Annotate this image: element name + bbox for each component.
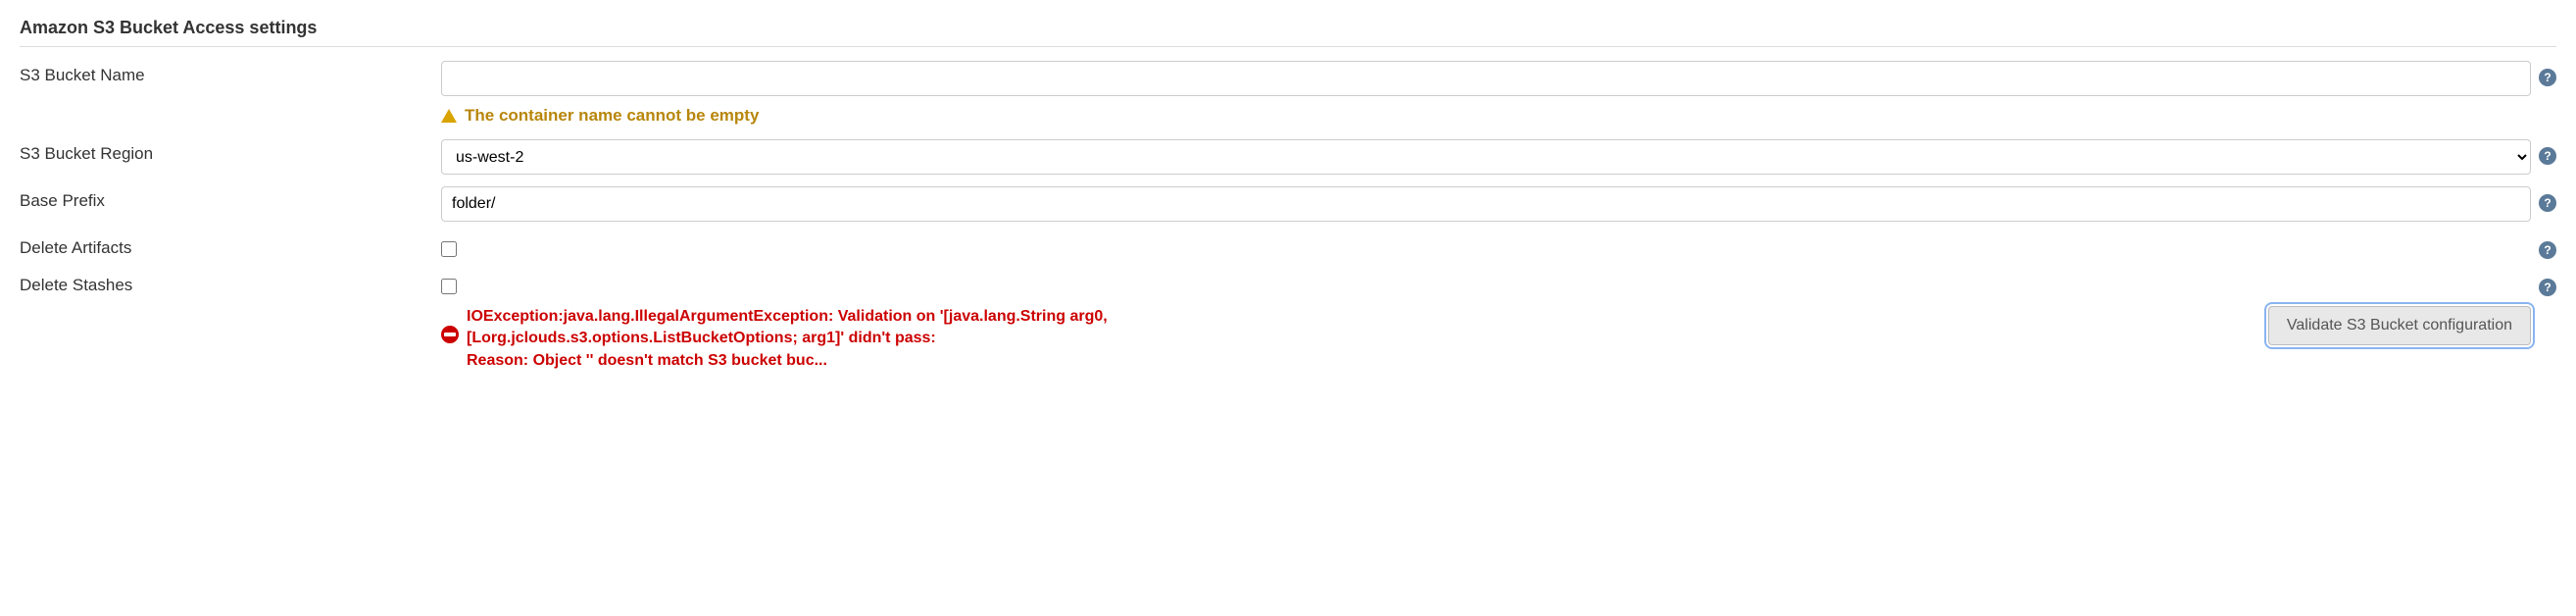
label-base-prefix: Base Prefix xyxy=(20,186,441,211)
help-icon[interactable]: ? xyxy=(2539,69,2556,86)
row-base-prefix: Base Prefix ? xyxy=(20,180,2556,228)
help-icon[interactable]: ? xyxy=(2539,147,2556,165)
section-title: Amazon S3 Bucket Access settings xyxy=(20,10,2556,46)
validate-button[interactable]: Validate S3 Bucket configuration xyxy=(2268,306,2531,345)
help-icon[interactable]: ? xyxy=(2539,241,2556,259)
help-icon[interactable]: ? xyxy=(2539,279,2556,296)
row-bucket-region: S3 Bucket Region us-west-2 ? xyxy=(20,133,2556,180)
help-icon[interactable]: ? xyxy=(2539,194,2556,212)
warning-bucket-name: The container name cannot be empty xyxy=(20,102,2556,133)
row-error-validate: IOException:java.lang.IllegalArgumentExc… xyxy=(20,302,2556,372)
checkbox-delete-stashes[interactable] xyxy=(441,279,457,294)
label-delete-artifacts: Delete Artifacts xyxy=(20,233,441,258)
error-icon xyxy=(441,326,459,343)
select-bucket-region[interactable]: us-west-2 xyxy=(441,139,2531,175)
error-text: IOException:java.lang.IllegalArgumentExc… xyxy=(467,306,1172,372)
label-bucket-region: S3 Bucket Region xyxy=(20,139,441,164)
row-delete-stashes: Delete Stashes ? xyxy=(20,265,2556,302)
warning-text: The container name cannot be empty xyxy=(465,106,759,126)
label-delete-stashes: Delete Stashes xyxy=(20,271,441,295)
divider xyxy=(20,46,2556,47)
input-bucket-name[interactable] xyxy=(441,61,2531,96)
input-base-prefix[interactable] xyxy=(441,186,2531,222)
checkbox-delete-artifacts[interactable] xyxy=(441,241,457,257)
label-bucket-name: S3 Bucket Name xyxy=(20,61,441,85)
warning-icon xyxy=(441,109,457,123)
row-bucket-name: S3 Bucket Name ? xyxy=(20,55,2556,102)
row-delete-artifacts: Delete Artifacts ? xyxy=(20,228,2556,265)
